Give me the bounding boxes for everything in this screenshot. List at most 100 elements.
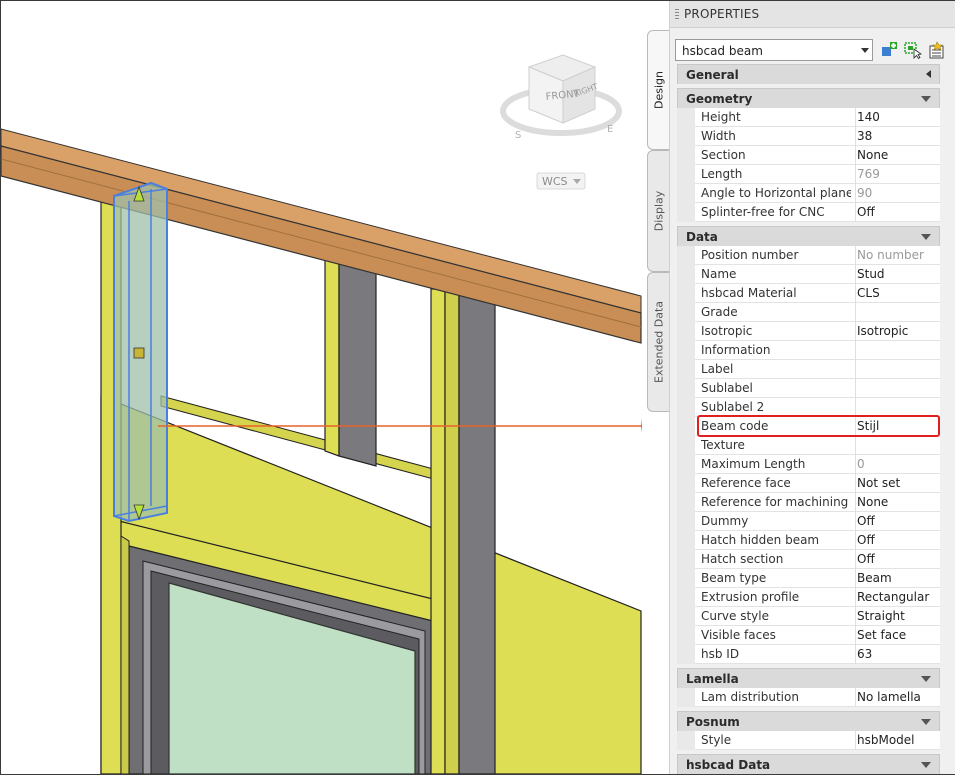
section-header-data[interactable]: Data	[677, 226, 940, 246]
property-value[interactable]: Isotropic	[857, 324, 938, 338]
property-row[interactable]: Information	[695, 341, 940, 360]
wcs-menu[interactable]: WCS	[536, 172, 586, 190]
property-row[interactable]: Height 140	[695, 108, 940, 127]
property-value[interactable]: Beam	[857, 571, 938, 585]
property-value[interactable]: None	[857, 495, 938, 509]
property-value[interactable]: Set face	[857, 628, 938, 642]
property-row[interactable]: Reference face Not set	[695, 474, 940, 493]
property-value[interactable]: hsbModel	[857, 733, 938, 747]
tab-design-label: Design	[652, 71, 665, 109]
property-value[interactable]: None	[857, 148, 938, 162]
viewcube[interactable]: FRONT RIGHT S E	[500, 54, 622, 141]
property-name: Texture	[701, 438, 745, 452]
property-value[interactable]: Off	[857, 533, 938, 547]
property-row[interactable]: Hatch hidden beam Off	[695, 531, 940, 550]
property-row[interactable]: Name Stud	[695, 265, 940, 284]
quick-select-icon[interactable]	[928, 41, 946, 59]
collapse-icon[interactable]	[921, 234, 931, 240]
property-row[interactable]: Position number No number	[695, 246, 940, 265]
property-row[interactable]: Angle to Horizontal plane 90	[695, 184, 940, 203]
property-value[interactable]: Off	[857, 514, 938, 528]
property-value[interactable]: 38	[857, 129, 938, 143]
collapse-icon[interactable]	[921, 762, 931, 768]
property-name: Sublabel 2	[701, 400, 765, 414]
column-divider	[855, 493, 856, 512]
property-value[interactable]: 140	[857, 110, 938, 124]
property-row[interactable]: Label	[695, 360, 940, 379]
expand-icon[interactable]	[926, 70, 931, 78]
column-divider	[855, 246, 856, 265]
property-name: Style	[701, 733, 732, 747]
property-value[interactable]: CLS	[857, 286, 938, 300]
palette-tabs: Design Display Extended Data	[647, 30, 669, 775]
property-name: Splinter-free for CNC	[701, 205, 825, 219]
property-name: Width	[701, 129, 736, 143]
property-value[interactable]: Off	[857, 552, 938, 566]
property-row[interactable]: Splinter-free for CNC Off	[695, 203, 940, 222]
tab-design[interactable]: Design	[647, 30, 669, 150]
section-header-general[interactable]: General	[677, 64, 940, 84]
viewcube-compass-s: S	[515, 130, 521, 141]
property-value[interactable]: Stud	[857, 267, 938, 281]
property-row[interactable]: Texture	[695, 436, 940, 455]
property-value[interactable]: 63	[857, 647, 938, 661]
column-divider	[855, 474, 856, 493]
property-value[interactable]: Rectangular	[857, 590, 938, 604]
properties-palette: PROPERTIES hsbcad beam General Geometry He…	[669, 1, 955, 774]
property-name: Section	[701, 148, 746, 162]
property-row[interactable]: Section None	[695, 146, 940, 165]
palette-title: PROPERTIES	[684, 7, 760, 21]
property-value[interactable]: Off	[857, 205, 938, 219]
chevron-down-icon	[861, 48, 869, 53]
property-row[interactable]: Sublabel	[695, 379, 940, 398]
column-divider	[855, 645, 856, 664]
property-row[interactable]: hsb ID 63	[695, 645, 940, 664]
column-divider	[855, 379, 856, 398]
model-viewport[interactable]: FRONT RIGHT S E WCS	[1, 1, 642, 774]
tab-extended-data[interactable]: Extended Data	[647, 272, 669, 412]
property-value[interactable]: Straight	[857, 609, 938, 623]
object-type-select[interactable]: hsbcad beam	[675, 39, 873, 61]
tab-display[interactable]: Display	[647, 150, 669, 272]
toggle-pickadd-icon[interactable]	[880, 41, 898, 59]
property-name: Label	[701, 362, 734, 376]
palette-titlebar[interactable]: PROPERTIES	[670, 1, 955, 28]
section-header-hsbcad-data[interactable]: hsbcad Data	[677, 754, 940, 774]
section-header-lamella[interactable]: Lamella	[677, 668, 940, 688]
grip-icon[interactable]	[675, 9, 679, 19]
property-row[interactable]: Maximum Length 0	[695, 455, 940, 474]
property-name: Extrusion profile	[701, 590, 800, 604]
property-row[interactable]: Curve style Straight	[695, 607, 940, 626]
property-name: Curve style	[701, 609, 769, 623]
property-row[interactable]: Extrusion profile Rectangular	[695, 588, 940, 607]
column-divider	[855, 322, 856, 341]
collapse-icon[interactable]	[921, 96, 931, 102]
property-row[interactable]: Grade	[695, 303, 940, 322]
property-row[interactable]: Length 769	[695, 165, 940, 184]
section-header-geometry[interactable]: Geometry	[677, 88, 940, 108]
property-row[interactable]: Lam distribution No lamella	[695, 688, 940, 707]
property-value[interactable]: No lamella	[857, 690, 938, 704]
section-rows: Position number No number Name Stud hsbcad M…	[677, 246, 940, 664]
collapse-icon[interactable]	[921, 719, 931, 725]
object-type-value: hsbcad beam	[682, 44, 763, 58]
property-row[interactable]: hsbcad Material CLS	[695, 284, 940, 303]
property-row[interactable]: Hatch section Off	[695, 550, 940, 569]
property-row[interactable]: Width 38	[695, 127, 940, 146]
column-divider	[855, 184, 856, 203]
collapse-icon[interactable]	[921, 676, 931, 682]
section-title: Posnum	[686, 715, 740, 729]
section-header-posnum[interactable]: Posnum	[677, 711, 940, 731]
column-divider	[855, 626, 856, 645]
property-value[interactable]: Not set	[857, 476, 938, 490]
wcs-label: WCS	[542, 175, 568, 188]
section-title: hsbcad Data	[686, 758, 771, 772]
property-row[interactable]: Reference for machining None	[695, 493, 940, 512]
select-objects-icon[interactable]	[904, 41, 922, 59]
property-row[interactable]: Dummy Off	[695, 512, 940, 531]
property-row[interactable]: Style hsbModel	[695, 731, 940, 750]
property-row[interactable]: Visible faces Set face	[695, 626, 940, 645]
property-row[interactable]: Beam type Beam	[695, 569, 940, 588]
property-row[interactable]: Isotropic Isotropic	[695, 322, 940, 341]
column-divider	[855, 607, 856, 626]
